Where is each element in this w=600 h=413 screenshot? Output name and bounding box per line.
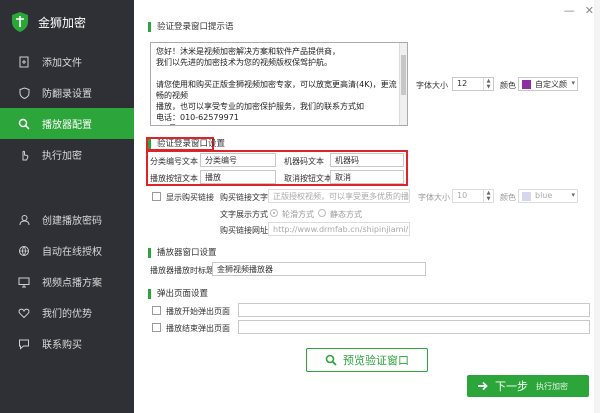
sidebar-item-label: 执行加密 (42, 151, 82, 162)
chevron-down-icon: ▾ (571, 79, 575, 87)
sidebar-item-label: 自动在线授权 (42, 247, 102, 258)
sidebar-item-label: 我们的优势 (42, 309, 92, 320)
prompt-color-label: 颜色 (500, 81, 516, 90)
chat-icon (18, 338, 30, 350)
section-title-player-window: 播放器窗口设置 (148, 248, 217, 258)
sidebar-item-label: 创建播放密码 (42, 216, 102, 227)
prompt-color-value: 自定义颜 (535, 80, 567, 89)
sidebar-item-online-auth[interactable]: 自动在线授权 (0, 235, 134, 266)
next-step-button[interactable]: 下一步 执行加密 (467, 375, 589, 397)
cancel-button-text-input[interactable]: 取消 (330, 170, 404, 184)
section-title-prompt: 验证登录窗口提示语 (148, 22, 234, 32)
shield-logo-icon (12, 12, 28, 32)
sidebar-item-add-file[interactable]: 添加文件 (0, 46, 134, 77)
sidebar-item-contact-buy[interactable]: 联系购买 (0, 328, 134, 359)
prompt-font-size-stepper[interactable]: 12 ▲ ▼ (452, 77, 494, 91)
prompt-scroll-thumb[interactable] (401, 55, 406, 95)
sidebar-item-label: 视频点播方案 (42, 278, 102, 289)
close-icon[interactable]: ✕ (585, 4, 594, 17)
radio-static-label: 静态方式 (330, 210, 362, 219)
purchase-text-label: 购买链接文字 (220, 193, 268, 202)
sidebar-item-label: 添加文件 (42, 58, 82, 69)
sidebar-item-create-password[interactable]: 创建播放密码 (0, 204, 134, 235)
user-icon (18, 214, 30, 226)
sidebar-item-advantages[interactable]: 我们的优势 (0, 297, 134, 328)
purchase-color-value: blue (535, 191, 553, 200)
prompt-textarea[interactable]: 您好！沐米是视频加密解决方案和软件产品提供商， 我们以先进的加密技术为您的视频版… (150, 42, 408, 126)
prompt-font-size-value: 12 (457, 79, 468, 88)
radio-static-mode[interactable] (318, 209, 326, 217)
purchase-font-size-label: 字体大小 (418, 193, 450, 202)
app-title: 金狮加密 (38, 15, 87, 30)
sidebar-item-vod-plan[interactable]: 视频点播方案 (0, 266, 134, 297)
sidebar-item-anti-record[interactable]: 防翻录设置 (0, 77, 134, 108)
minimize-icon[interactable]: — (564, 4, 575, 17)
popup-end-label: 播放结束弹出页面 (166, 324, 230, 333)
next-button-sublabel: 执行加密 (536, 381, 568, 391)
chevron-down-icon: ▾ (571, 191, 575, 199)
category-input[interactable]: 分类编号 (200, 153, 276, 167)
radio-scroll-label: 轮滑方式 (282, 210, 314, 219)
globe-icon (18, 245, 30, 257)
sidebar-item-player-config[interactable]: 播放器配置 (0, 108, 134, 139)
purchase-font-size-stepper[interactable]: 10 ▲ ▼ (452, 189, 494, 203)
cancel-button-text-label: 取消按钮文本 (284, 174, 332, 183)
window-controls: — ✕ (564, 4, 594, 17)
heart-icon (18, 307, 30, 319)
machine-input[interactable]: 机器码 (330, 153, 404, 167)
arrow-right-icon (478, 381, 488, 391)
prompt-text: 您好！沐米是视频加密解决方案和软件产品提供商， 我们以先进的加密技术为您的视频版… (156, 47, 397, 125)
monitor-icon (18, 276, 30, 288)
purchase-url-input[interactable]: http://www.drmfab.cn/shipinjiami/ (268, 222, 410, 236)
popup-end-checkbox[interactable] (152, 323, 161, 332)
show-purchase-checkbox[interactable] (152, 192, 161, 201)
popup-start-label: 播放开始弹出页面 (166, 307, 230, 316)
shield-icon (18, 86, 30, 99)
search-icon (18, 118, 30, 130)
hand-icon (18, 149, 30, 161)
player-title-input[interactable]: 金狮视频播放器 (212, 262, 426, 276)
preview-button-label: 预览验证窗口 (343, 354, 409, 367)
main-panel: 验证登录窗口提示语 您好！沐米是视频加密解决方案和软件产品提供商， 我们以先进的… (134, 0, 600, 413)
main-scrollbar[interactable] (594, 0, 600, 413)
prompt-color-swatch (522, 80, 531, 89)
purchase-color-swatch (522, 192, 531, 201)
display-mode-label: 文字展示方式 (220, 210, 268, 219)
popup-start-checkbox[interactable] (152, 306, 161, 315)
purchase-url-label: 购买链接网址 (220, 226, 268, 235)
purchase-font-size-value: 10 (457, 191, 468, 200)
purchase-color-select[interactable]: blue ▾ (518, 189, 578, 203)
prompt-scrollbar[interactable] (399, 43, 407, 125)
stepper-arrows-icon[interactable]: ▲ ▼ (483, 78, 493, 90)
purchase-text-input[interactable]: 正版授权视频，可以享受更多优质的播放效果 (268, 189, 410, 203)
show-purchase-label: 显示购买链接 (166, 193, 214, 202)
popup-end-input[interactable] (238, 320, 590, 334)
machine-label: 机器码文本 (284, 157, 324, 166)
sidebar-item-label: 联系购买 (42, 340, 82, 351)
sidebar-item-label: 防翻录设置 (42, 89, 92, 100)
play-button-text-label: 播放按钮文本 (150, 174, 198, 183)
brand: 金狮加密 (0, 0, 134, 44)
next-button-label: 下一步 (495, 380, 528, 393)
file-add-icon (18, 56, 30, 68)
preview-login-window-button[interactable]: 预览验证窗口 (306, 348, 428, 372)
section-title-popup: 弹出页面设置 (148, 289, 208, 299)
popup-start-input[interactable] (238, 303, 590, 317)
prompt-color-select[interactable]: 自定义颜 ▾ (518, 77, 578, 91)
search-icon (325, 354, 337, 366)
sidebar-item-run-encrypt[interactable]: 执行加密 (0, 139, 134, 170)
purchase-color-label: 颜色 (500, 193, 516, 202)
sidebar-item-label: 播放器配置 (42, 120, 92, 131)
prompt-font-size-label: 字体大小 (416, 81, 448, 90)
radio-scroll-mode[interactable] (270, 209, 278, 217)
player-title-label: 播放器播放时标题 (150, 266, 214, 275)
play-button-text-input[interactable]: 播放 (200, 170, 276, 184)
stepper-arrows-icon[interactable]: ▲ ▼ (483, 190, 493, 202)
category-label: 分类编号文本 (150, 157, 198, 166)
section-title-login-window: 验证登录窗口设置 (148, 139, 225, 149)
sidebar: 金狮加密 添加文件 防翻录设置 播放器配置 执行加密 创建播放密码 自动在线授权… (0, 0, 134, 413)
